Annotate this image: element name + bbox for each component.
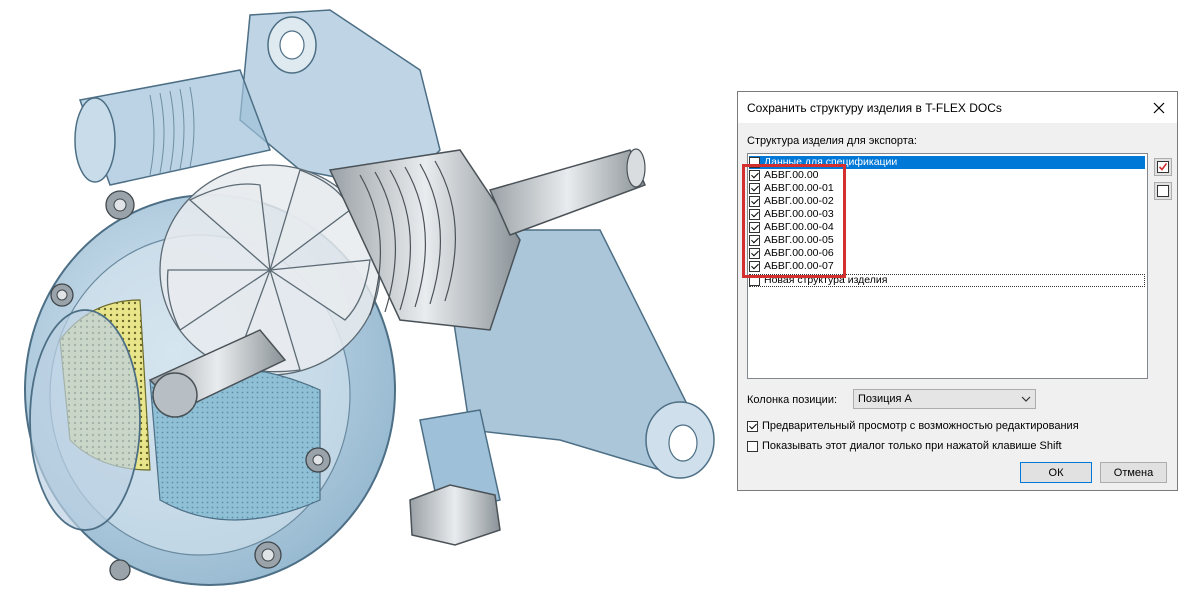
shift-only-option[interactable]: Показывать этот диалог только при нажато…: [747, 440, 1062, 452]
position-column-label: Колонка позиции:: [747, 394, 838, 406]
dialog-titlebar: Сохранить структуру изделия в T-FLEX DOC…: [738, 92, 1177, 123]
tree-item-checkbox[interactable]: [749, 196, 760, 207]
chevron-down-icon: [1021, 396, 1031, 402]
tree-item-label: АБВГ.00.00: [764, 169, 819, 181]
tree-item[interactable]: АБВГ.00.00-03: [749, 208, 835, 221]
tree-item-label: Данные для спецификации: [764, 156, 898, 168]
tree-item-new-structure[interactable]: Новая структура изделия: [749, 274, 1145, 287]
ok-button[interactable]: ОК: [1020, 462, 1092, 483]
tree-item-checkbox[interactable]: [749, 209, 760, 220]
tree-item[interactable]: АБВГ.00.00-01: [749, 182, 835, 195]
tree-item-checkbox[interactable]: [749, 170, 760, 181]
tree-item-label: АБВГ.00.00-02: [764, 195, 834, 207]
tree-item-label: АБВГ.00.00-07: [764, 260, 834, 272]
check-all-icon: [1157, 161, 1169, 173]
tree-item-spec-data[interactable]: Данные для спецификации: [749, 156, 1145, 169]
dialog-title: Сохранить структуру изделия в T-FLEX DOC…: [747, 101, 1002, 115]
shift-only-checkbox[interactable]: [747, 440, 758, 452]
tree-item[interactable]: АБВГ.00.00: [749, 169, 820, 182]
tree-item-checkbox[interactable]: [749, 248, 760, 259]
tree-item-checkbox[interactable]: [749, 157, 760, 168]
preview-option-label: Предварительный просмотр с возможностью …: [762, 420, 1079, 432]
tree-item[interactable]: АБВГ.00.00-07: [749, 260, 835, 273]
tree-item-checkbox[interactable]: [749, 183, 760, 194]
tree-item[interactable]: АБВГ.00.00-04: [749, 221, 835, 234]
position-column-select[interactable]: Позиция А: [853, 389, 1036, 409]
close-icon: [1153, 102, 1165, 113]
shift-only-option-label: Показывать этот диалог только при нажато…: [762, 440, 1062, 452]
tree-item-label: АБВГ.00.00-05: [764, 234, 834, 246]
tree-item-label: АБВГ.00.00-01: [764, 182, 834, 194]
tree-item-label: АБВГ.00.00-06: [764, 247, 834, 259]
tree-item[interactable]: АБВГ.00.00-05: [749, 234, 835, 247]
tree-item-label: Новая структура изделия: [764, 274, 888, 286]
cancel-button[interactable]: Отмена: [1100, 462, 1167, 483]
structure-tree[interactable]: Данные для спецификации АБВГ.00.00 АБВГ.…: [747, 153, 1148, 379]
uncheck-all-icon: [1157, 185, 1169, 197]
section-label: Структура изделия для экспорта:: [747, 135, 917, 147]
tree-item[interactable]: АБВГ.00.00-06: [749, 247, 835, 260]
tree-item-checkbox[interactable]: [749, 275, 760, 286]
tree-item-checkbox[interactable]: [749, 261, 760, 272]
cad-pump-model: [24, 9, 715, 586]
tree-item[interactable]: АБВГ.00.00-02: [749, 195, 835, 208]
tree-item-label: АБВГ.00.00-04: [764, 221, 834, 233]
tree-item-checkbox[interactable]: [749, 222, 760, 233]
save-structure-dialog: Сохранить структуру изделия в T-FLEX DOC…: [737, 91, 1178, 491]
tree-item-label: АБВГ.00.00-03: [764, 208, 834, 220]
check-all-button[interactable]: [1154, 158, 1172, 176]
preview-option[interactable]: Предварительный просмотр с возможностью …: [747, 420, 1079, 432]
close-button[interactable]: [1141, 92, 1177, 123]
position-column-value: Позиция А: [858, 393, 912, 405]
preview-checkbox[interactable]: [747, 420, 758, 432]
tree-item-checkbox[interactable]: [749, 235, 760, 246]
uncheck-all-button[interactable]: [1154, 182, 1172, 200]
